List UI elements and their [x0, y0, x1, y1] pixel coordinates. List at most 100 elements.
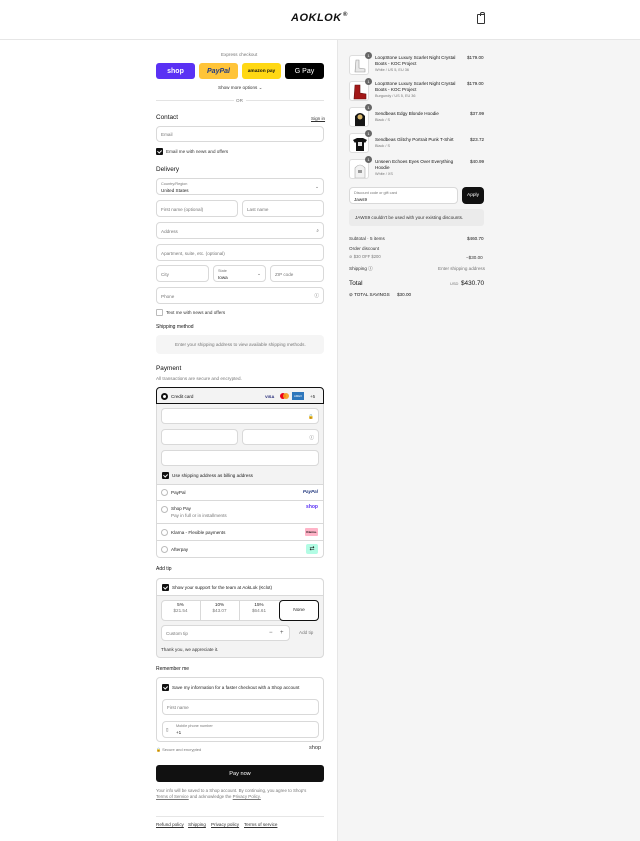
- security-code-field[interactable]: ⓘ: [242, 429, 319, 445]
- credit-card-option[interactable]: Credit card VISA AMEX +5: [156, 387, 324, 404]
- shop-pay-option[interactable]: Shop Pay Pay in full or in installments …: [156, 501, 324, 524]
- chevron-down-icon: ⌄: [257, 271, 261, 276]
- item-price: $23.72: [470, 137, 485, 142]
- footer-link-terms[interactable]: Terms of service: [244, 822, 277, 827]
- shopping-bag-icon[interactable]: [477, 11, 485, 24]
- afterpay-radio[interactable]: [161, 546, 168, 553]
- expiration-date-field[interactable]: [161, 429, 238, 445]
- save-info-checkbox[interactable]: [162, 684, 169, 691]
- phone-field[interactable]: Phone ⓘ: [156, 287, 324, 304]
- divider: [246, 100, 324, 101]
- pay-now-button[interactable]: Pay now: [156, 765, 324, 782]
- shipping-method-heading: Shipping method: [156, 324, 194, 330]
- help-circle-icon[interactable]: ⓘ: [368, 266, 373, 271]
- card-number-field[interactable]: 🔒: [161, 408, 319, 424]
- sign-in-link[interactable]: Sign in: [311, 116, 325, 121]
- custom-tip-field[interactable]: Custom tip − +: [161, 625, 290, 641]
- tip-option-10[interactable]: 10% $43.07: [200, 602, 239, 620]
- afterpay-option[interactable]: Afterpay ⇄: [156, 541, 324, 558]
- lock-icon: 🔒: [156, 747, 161, 752]
- country-select[interactable]: Country/Region United States ⌄: [156, 178, 324, 195]
- last-name-field[interactable]: Last name: [242, 200, 324, 217]
- search-icon: ⌕: [316, 228, 319, 233]
- email-news-label: Email me with news and offers: [166, 149, 229, 154]
- remember-me-panel: Save my information for a faster checkou…: [156, 677, 324, 742]
- remember-first-name-field[interactable]: First name: [162, 699, 319, 715]
- tip-option-5[interactable]: 5% $21.54: [161, 602, 200, 620]
- name-on-card-field[interactable]: [161, 450, 319, 466]
- paypal-radio[interactable]: [161, 489, 168, 496]
- city-field[interactable]: City: [156, 265, 209, 282]
- state-select[interactable]: State Iowa ⌄: [213, 265, 266, 282]
- tip-option-15[interactable]: 15% $64.61: [239, 602, 279, 620]
- footer-link-privacy[interactable]: Privacy policy: [211, 822, 239, 827]
- address-field[interactable]: Address ⌕: [156, 222, 324, 239]
- tip-thanks: Thank you, we appreciate it.: [161, 647, 219, 652]
- shop-pay-radio[interactable]: [161, 506, 168, 513]
- terms-link[interactable]: Terms of Service: [156, 794, 189, 799]
- paypal-express-button[interactable]: PayPal: [199, 63, 238, 79]
- show-more-options-link[interactable]: Show more options ⌄: [218, 85, 262, 90]
- klarna-option[interactable]: Klarna - Flexible payments Klarna.: [156, 524, 324, 541]
- zip-field[interactable]: ZIP code: [270, 265, 324, 282]
- delivery-heading: Delivery: [156, 166, 180, 173]
- item-variant: Black / S: [375, 118, 390, 122]
- item-variant: Black / S: [375, 144, 390, 148]
- item-name: LoopStone Luxury Scarlet Night Crystal: [375, 55, 456, 60]
- plus-icon[interactable]: +: [280, 630, 284, 636]
- or-separator: OR: [236, 98, 243, 103]
- quantity-badge: 1: [365, 104, 372, 111]
- subtotal-value: $460.70: [467, 236, 484, 241]
- remember-me-heading: Remember me: [156, 666, 190, 672]
- credit-card-radio[interactable]: [161, 393, 168, 400]
- amazon-pay-express-button[interactable]: amazon pay: [242, 63, 281, 79]
- item-variant: White / US 5, EU 36: [375, 68, 409, 72]
- google-pay-express-button[interactable]: G Pay: [285, 63, 324, 79]
- brand-logo[interactable]: AOKLOK: [291, 12, 342, 24]
- billing-address-checkbox[interactable]: [162, 472, 169, 479]
- discount-code-field[interactable]: Discount code or gift card Jaws9: [349, 187, 458, 204]
- mobile-phone-icon: ▯: [166, 727, 169, 732]
- mastercard-icon: [280, 393, 289, 399]
- klarna-logo-icon: Klarna.: [305, 528, 318, 536]
- item-price: $37.99: [470, 111, 485, 116]
- email-field[interactable]: Email: [156, 126, 324, 142]
- shop-logo: shop: [309, 745, 322, 751]
- tip-option-none[interactable]: None: [279, 600, 319, 621]
- billing-address-label: Use shipping address as billing address: [172, 473, 253, 478]
- lock-icon: 🔒: [308, 414, 314, 419]
- discount-error-banner: JAWS9 couldn't be used with your existin…: [349, 209, 484, 226]
- contact-heading: Contact: [156, 114, 179, 121]
- paypal-option[interactable]: PayPal PayPal: [156, 485, 324, 501]
- add-tip-button[interactable]: Add tip: [299, 630, 313, 635]
- klarna-radio[interactable]: [161, 529, 168, 536]
- save-info-label: Save my information for a faster checkou…: [172, 685, 300, 690]
- privacy-link[interactable]: Privacy Policy.: [233, 794, 261, 799]
- minus-icon[interactable]: −: [269, 630, 273, 636]
- shipping-value: Enter shipping address: [438, 266, 485, 271]
- header: AOKLOK ®: [0, 0, 640, 40]
- text-news-checkbox[interactable]: [156, 309, 163, 316]
- email-news-checkbox[interactable]: [156, 148, 163, 155]
- apply-discount-button[interactable]: Apply: [462, 187, 484, 204]
- paypal-logo-icon: PayPal: [302, 489, 318, 494]
- checkout-page: AOKLOK ® Express checkout shop PayPal am…: [0, 0, 640, 841]
- footer-link-refund[interactable]: Refund policy: [156, 822, 184, 827]
- discount-code-tag: ⊘ $30 OFF $200: [349, 254, 381, 259]
- first-name-field[interactable]: First name (optional): [156, 200, 238, 217]
- item-variant: Burgundy / US 5, EU 36: [375, 94, 416, 98]
- shop-pay-express-button[interactable]: shop: [156, 63, 195, 79]
- help-circle-icon[interactable]: ⓘ: [309, 435, 314, 441]
- currency-code: USD: [450, 281, 459, 286]
- item-price: $179.00: [467, 81, 484, 86]
- footer-link-shipping[interactable]: Shipping: [188, 822, 206, 827]
- quantity-badge: 1: [365, 78, 372, 85]
- tip-support-checkbox[interactable]: [162, 584, 169, 591]
- item-name: Hoodie: [375, 165, 390, 170]
- help-circle-icon[interactable]: ⓘ: [314, 293, 319, 299]
- tag-icon: ⊘: [349, 254, 353, 259]
- item-name: Boots - KOC Project: [375, 61, 417, 66]
- divider: [156, 100, 234, 101]
- mobile-phone-field[interactable]: ▯ Mobile phone number +1: [162, 721, 319, 738]
- apartment-field[interactable]: Apartment, suite, etc. (optional): [156, 244, 324, 261]
